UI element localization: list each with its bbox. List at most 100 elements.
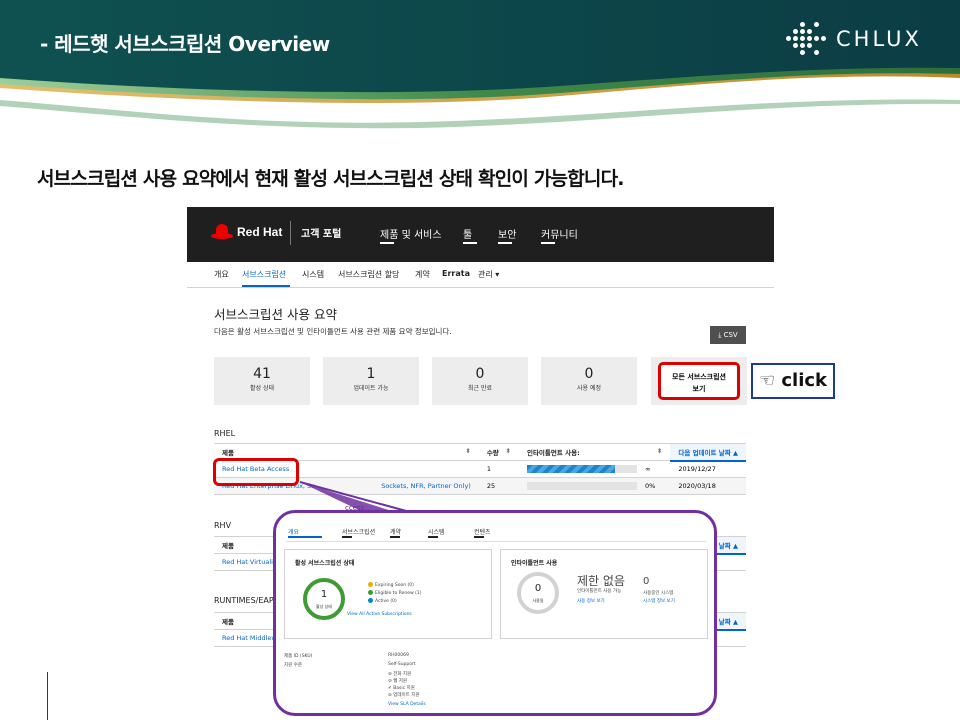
ring-value: 1 <box>320 589 328 600</box>
top-nav-products-label: 제품 및 서비스 <box>380 230 442 241</box>
sort-icon: ⬍ <box>465 447 471 455</box>
usage-cell: 0% <box>518 477 671 495</box>
col-next-update[interactable]: 다음 업데이트 날짜 ▲ <box>670 443 746 462</box>
view-all-label-line1: 모든 서브스크립션 <box>672 373 726 381</box>
rhv-group-title: RHV <box>214 521 232 530</box>
usage-ring-value: 0 <box>534 583 542 594</box>
slide-banner: - 레드햇 서브스크립션 Overview CHLUX <box>0 0 960 130</box>
active-status-ring: 1 활성 상태 <box>303 578 345 620</box>
feature-phone-support: ⊘ 전화 지원 <box>388 672 412 677</box>
portal-top-nav: Red Hat 고객 포털 제품 및 서비스 툴 보안 커뮤니티 <box>187 207 774 262</box>
quantity-cell: 25 <box>478 477 519 495</box>
usage-text: ∞ <box>644 465 651 473</box>
active-status-card: 활성 서브스크립션 상태 1 활성 상태 Expiring Soon (0) E… <box>284 549 492 639</box>
legend-renew: Eligible to Renew (1) <box>368 590 422 596</box>
stat-expired[interactable]: 0 최근 만료 <box>432 357 528 405</box>
stat-upcoming-value: 0 <box>584 366 594 382</box>
logo-text: CHLUX <box>836 27 922 51</box>
nav-separator <box>290 221 291 245</box>
top-nav-community[interactable]: 커뮤니티 <box>541 226 578 244</box>
portal-name[interactable]: 고객 포털 <box>301 225 341 240</box>
stat-expired-value: 0 <box>475 366 485 382</box>
col-usage[interactable]: 인타이틀먼트 사용: ⬍ <box>518 443 671 461</box>
sub-nav-overview[interactable]: 개요 <box>214 269 229 280</box>
view-all-label-line2: 보기 <box>692 385 706 393</box>
redhat-logo[interactable]: Red Hat <box>211 224 282 240</box>
feature-update-support: ⊘ 업데이트 지원 <box>388 693 420 698</box>
col-quantity[interactable]: 수량 ⬍ <box>478 443 519 461</box>
top-nav-security[interactable]: 보안 <box>498 226 517 244</box>
popup-tab-content[interactable]: 컨텐츠 <box>474 527 491 538</box>
stat-renewable-value: 1 <box>366 366 376 382</box>
usage-ring: 0 사용됨 <box>517 572 559 614</box>
usage-bar <box>526 465 637 473</box>
redhat-hat-icon <box>211 224 233 240</box>
slide: - 레드햇 서브스크립션 Overview CHLUX 서브스크립션 사용 요약… <box>0 0 960 720</box>
sub-nav-contracts[interactable]: 계약 <box>415 269 430 280</box>
sub-nav-subscriptions[interactable]: 서브스크립션 <box>242 269 286 280</box>
top-nav-products[interactable]: 제품 및 서비스 <box>380 226 442 244</box>
support-level-value: Self-Support <box>388 662 416 667</box>
unlimited-subtext: 인타이틀먼트 사용 가능 <box>577 589 622 594</box>
stat-expired-label: 최근 만료 <box>468 385 492 392</box>
stat-active-value: 41 <box>253 366 271 382</box>
unlimited-text: 제한 없음 <box>577 574 625 588</box>
system-info-link[interactable]: 시스템 정보 보기 <box>643 598 675 604</box>
view-all-subscriptions-button[interactable]: 모든 서브스크립션 보기 <box>658 362 740 400</box>
view-sla-link[interactable]: View SLA Details <box>388 702 426 707</box>
usage-bar <box>526 482 637 490</box>
used-systems-label: 사용중인 시스템 <box>643 591 674 596</box>
usage-text: 0% <box>644 482 656 490</box>
stat-upcoming-label: 사용 예정 <box>577 385 601 392</box>
top-nav-tools-label: 툴 <box>463 230 473 241</box>
date-cell: 2020/03/18 <box>670 477 746 495</box>
support-level-label: 지원 수준 <box>284 663 302 668</box>
top-nav-community-label: 커뮤니티 <box>541 230 578 241</box>
usage-card-title: 인타이틀먼트 사용 <box>511 560 558 567</box>
stat-active[interactable]: 41 활성 상태 <box>214 357 310 405</box>
slide-title: - 레드햇 서브스크립션 Overview <box>40 32 330 56</box>
usage-summary-description: 다음은 활성 서브스크립션 및 인타이틀먼트 사용 관련 제품 요약 정보입니다… <box>214 327 452 336</box>
csv-download-button[interactable]: ⤓ CSV <box>710 326 746 344</box>
company-logo: CHLUX <box>786 22 922 56</box>
sub-nav-allocations[interactable]: 서브스크립션 할당 <box>338 269 399 280</box>
usage-ring-label: 사용됨 <box>532 598 544 603</box>
sort-icon: ⬍ <box>505 447 511 455</box>
stat-renewable[interactable]: 1 업데이트 가능 <box>323 357 419 405</box>
stat-upcoming[interactable]: 0 사용 예정 <box>541 357 637 405</box>
redhat-brand-text: Red Hat <box>237 225 283 239</box>
entitlement-usage-card: 인타이틀먼트 사용 0 사용됨 제한 없음 인타이틀먼트 사용 가능 0 사용중… <box>500 549 708 639</box>
stat-active-label: 활성 상태 <box>250 385 274 392</box>
feature-basic-support: ✔ Basic 지원 <box>388 686 415 691</box>
feature-web-support: ⊘ 웹 지원 <box>388 679 408 684</box>
sub-nav-systems[interactable]: 시스템 <box>302 269 324 280</box>
legend-expiring: Expiring Soon (0) <box>368 582 414 588</box>
top-nav-security-label: 보안 <box>498 230 517 241</box>
rhel-group-title: RHEL <box>214 429 236 438</box>
ring-label: 활성 상태 <box>316 604 332 609</box>
popup-tab-overview[interactable]: 개요 <box>288 527 322 538</box>
slide-headline: 서브스크립션 사용 요약에서 현재 활성 서브스크립션 상태 확인이 가능합니다… <box>37 168 625 190</box>
usage-info-link[interactable]: 사용 정보 보기 <box>577 598 605 604</box>
highlight-beta-access-row <box>213 458 299 486</box>
date-cell: 2019/12/27 <box>670 460 746 478</box>
popup-tab-contracts[interactable]: 계약 <box>390 527 401 538</box>
click-callout: ☜ click <box>751 363 835 399</box>
sku-label: 제품 ID (SKU) <box>284 654 313 659</box>
popup-tab-subscriptions[interactable]: 서브스크립션 <box>342 527 375 538</box>
popup-tab-divider <box>286 541 706 542</box>
used-systems-value: 0 <box>643 576 650 587</box>
legend-active: Active (0) <box>368 598 397 604</box>
sub-nav-manage[interactable]: 관리 ▾ <box>478 269 499 280</box>
popup-tab-systems[interactable]: 시스템 <box>428 527 445 538</box>
view-all-active-link[interactable]: View All Active Subscriptions <box>347 612 412 617</box>
chlux-logo-icon <box>786 22 828 56</box>
subscription-detail-popup: 개요 서브스크립션 계약 시스템 컨텐츠 활성 서브스크립션 상태 1 활성 상… <box>273 510 717 716</box>
sku-value: RH00069 <box>388 653 409 658</box>
sub-nav-errata[interactable]: Errata <box>442 269 470 278</box>
usage-cell: ∞ <box>518 460 671 478</box>
usage-summary-title: 서브스크립션 사용 요약 <box>214 307 337 322</box>
portal-sub-nav: 개요 서브스크립션 시스템 서브스크립션 할당 계약 Errata 관리 ▾ <box>187 262 774 288</box>
top-nav-tools[interactable]: 툴 <box>463 226 477 244</box>
usage-fill <box>526 465 615 473</box>
